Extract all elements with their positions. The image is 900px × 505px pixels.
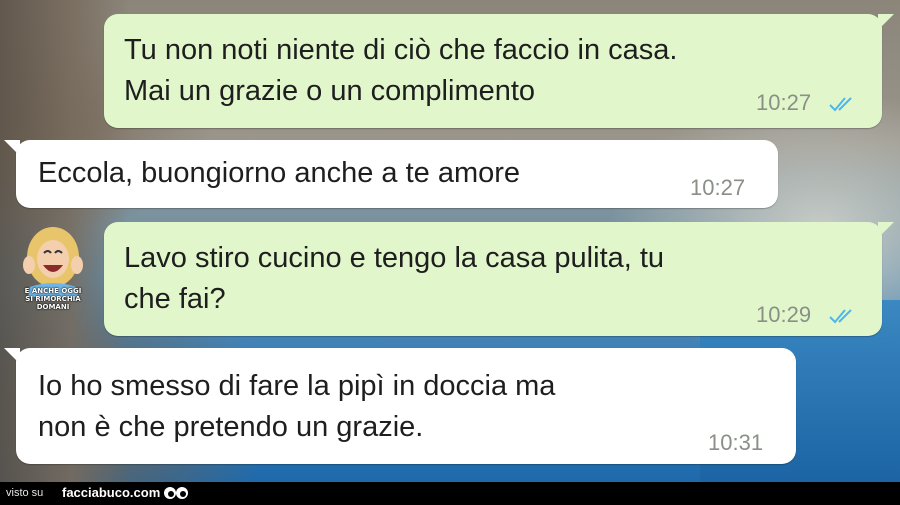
outgoing-message-bubble[interactable]: Tu non noti niente di ciò che faccio in … bbox=[104, 14, 882, 128]
read-ticks-icon bbox=[829, 97, 852, 112]
message-text: Eccola, buongiorno anche a te amore bbox=[38, 157, 521, 189]
sticker-illustration-icon bbox=[23, 227, 83, 297]
message-text: Tu non noti niente di ciò che faccio in … bbox=[124, 34, 678, 107]
message-time: 10:27 bbox=[690, 175, 746, 200]
watermark-footer: visto su facciabuco.com bbox=[0, 482, 900, 505]
incoming-message-bubble[interactable]: Io ho smesso di fare la pipì in doccia m… bbox=[16, 348, 796, 464]
footer-prefix: visto su bbox=[6, 487, 44, 499]
sticker-caption: E ANCHE OGGI SI RIMORCHIA DOMANI bbox=[24, 287, 82, 311]
message-text: Lavo stiro cucino e tengo la casa pulita… bbox=[124, 242, 665, 315]
outgoing-message-bubble[interactable]: Lavo stiro cucino e tengo la casa pulita… bbox=[104, 222, 882, 336]
message-time: 10:31 bbox=[708, 430, 764, 455]
message-time: 10:29 bbox=[756, 302, 812, 327]
laughing-woman-sticker: E ANCHE OGGI SI RIMORCHIA DOMANI bbox=[18, 225, 88, 330]
read-ticks-icon bbox=[829, 309, 852, 324]
footer-site-link[interactable]: facciabuco.com bbox=[62, 485, 160, 500]
message-text: Io ho smesso di fare la pipì in doccia m… bbox=[38, 370, 556, 443]
googly-eyes-icon bbox=[164, 487, 188, 499]
message-time: 10:27 bbox=[756, 90, 812, 115]
incoming-message-bubble[interactable]: Eccola, buongiorno anche a te amore 10:2… bbox=[16, 140, 778, 208]
chat-background: Tu non noti niente di ciò che faccio in … bbox=[0, 0, 900, 482]
